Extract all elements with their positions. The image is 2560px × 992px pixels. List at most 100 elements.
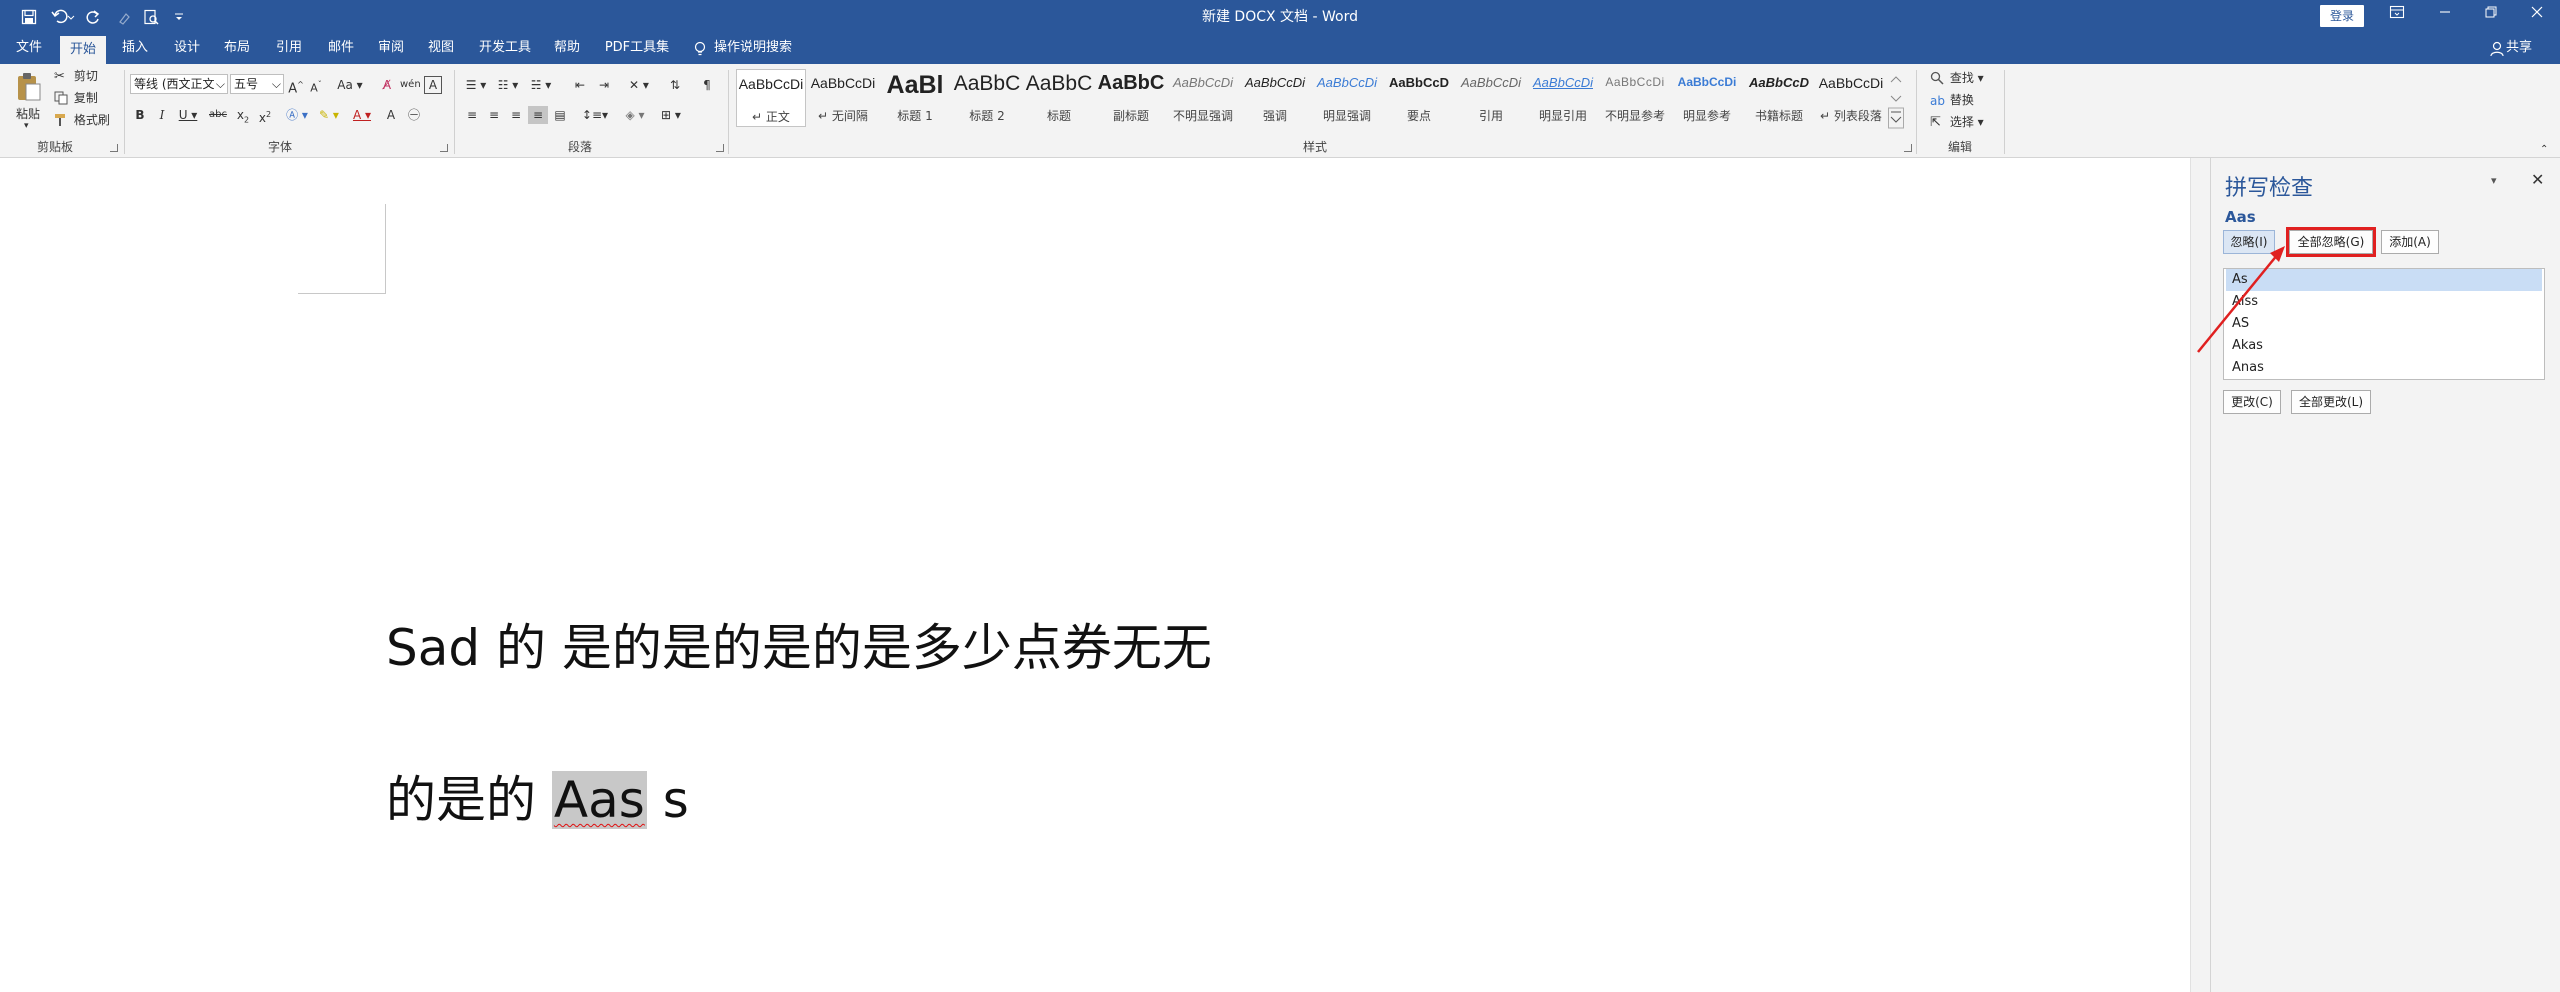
suggestion-item[interactable]: AS [2226, 313, 2542, 335]
underline-icon[interactable]: U ▾ [176, 106, 200, 124]
find-button[interactable]: 查找 ▾ [1930, 70, 1984, 87]
paste-button[interactable]: 粘贴 ▾ [10, 70, 48, 131]
style-heading-1[interactable]: AaBl 标题 1 [880, 69, 950, 127]
group-divider [124, 70, 125, 154]
suggestion-item[interactable]: As [2226, 269, 2542, 291]
font-launcher-icon[interactable] [440, 144, 448, 152]
align-right-icon[interactable]: ≡ [506, 106, 526, 124]
style-no-spacing[interactable]: AaBbCcDi ↵ 无间隔 [808, 69, 878, 127]
shading-icon[interactable]: ◈ ▾ [620, 106, 650, 124]
pane-options-icon[interactable]: ▾ [2491, 174, 2497, 187]
styles-scroll[interactable] [1888, 70, 1904, 130]
increase-indent-icon[interactable]: ⇥ [594, 76, 614, 94]
login-button[interactable]: 登录 [2320, 5, 2364, 27]
style-subtle-emphasis[interactable]: AaBbCcDi 不明显强调 [1168, 69, 1238, 127]
justify-icon[interactable]: ≡ [528, 106, 548, 124]
style-heading-2[interactable]: AaBbC 标题 2 [952, 69, 1022, 127]
minimize-icon[interactable] [2430, 5, 2460, 29]
align-left-icon[interactable]: ≡ [462, 106, 482, 124]
sort-icon[interactable]: ⇅ [664, 76, 686, 94]
change-button[interactable]: 更改(C) [2223, 390, 2281, 414]
distributed-icon[interactable]: ▤ [550, 106, 570, 124]
suggestion-item[interactable]: Anas [2226, 357, 2542, 379]
tab-mailings[interactable]: 邮件 [320, 34, 362, 64]
style-book-title[interactable]: AaBbCcD 书籍标题 [1744, 69, 1814, 127]
tab-help[interactable]: 帮助 [546, 34, 588, 64]
document-line-2[interactable]: 的是的 Aas s [386, 760, 689, 832]
collapse-ribbon-icon[interactable]: ⌃ [2540, 142, 2548, 158]
tab-view[interactable]: 视图 [420, 34, 462, 64]
tab-file[interactable]: 文件 [8, 34, 50, 64]
replace-button[interactable]: ab 替换 [1930, 92, 1974, 109]
bold-icon[interactable]: B [132, 106, 148, 124]
style-intense-quote[interactable]: AaBbCcDi 明显引用 [1528, 69, 1598, 127]
tab-layout[interactable]: 布局 [216, 34, 258, 64]
decrease-indent-icon[interactable]: ⇤ [570, 76, 590, 94]
document-line-1[interactable]: Sad 的 是的是的是的是多少点券无无 [386, 608, 1212, 680]
tab-review[interactable]: 审阅 [370, 34, 412, 64]
clipboard-launcher-icon[interactable] [110, 144, 118, 152]
style-strong[interactable]: AaBbCcD 要点 [1384, 69, 1454, 127]
subscript-icon[interactable]: x2 [234, 106, 252, 124]
style-emphasis[interactable]: AaBbCcDi 强调 [1240, 69, 1310, 127]
paragraph-launcher-icon[interactable] [716, 144, 724, 152]
share-button[interactable]: 共享 [2488, 34, 2548, 64]
tell-me-search[interactable]: 操作说明搜索 [690, 34, 798, 64]
numbering-icon[interactable]: ☷ ▾ [494, 76, 522, 94]
ribbon-display-icon[interactable] [2382, 5, 2412, 29]
close-icon[interactable] [2522, 5, 2552, 29]
strikethrough-icon[interactable]: abc [206, 106, 230, 124]
phonetic-guide-icon[interactable]: wén [400, 76, 421, 94]
style-normal[interactable]: AaBbCcDi ↵ 正文 [736, 69, 806, 127]
highlight-color-icon[interactable]: ✎ ▾ [316, 106, 342, 124]
tab-developer[interactable]: 开发工具 [472, 34, 538, 64]
ignore-all-button[interactable]: 全部忽略(G) [2286, 227, 2376, 257]
style-list-paragraph[interactable]: AaBbCcDi ↵ 列表段落 [1816, 69, 1886, 127]
multilevel-list-icon[interactable]: ☵ ▾ [526, 76, 556, 94]
styles-launcher-icon[interactable] [1904, 144, 1912, 152]
tab-home[interactable]: 开始 [60, 34, 106, 64]
ignore-button[interactable]: 忽略(I) [2223, 230, 2275, 254]
align-center-icon[interactable]: ≡ [484, 106, 504, 124]
enclose-char-icon[interactable]: ㊀ [404, 106, 424, 124]
document-scrollbar[interactable] [2190, 158, 2210, 992]
grow-font-icon[interactable]: A^ [288, 76, 304, 96]
add-button[interactable]: 添加(A) [2381, 230, 2439, 254]
pane-close-icon[interactable]: ✕ [2531, 170, 2544, 189]
style-title[interactable]: AaBbC 标题 [1024, 69, 1094, 127]
style-subtle-reference[interactable]: AaBbCcDi 不明显参考 [1600, 69, 1670, 127]
line-spacing-icon[interactable]: ↕≡▾ [580, 106, 610, 124]
style-subtitle[interactable]: AaBbC 副标题 [1096, 69, 1166, 127]
char-shading-icon[interactable]: A [382, 106, 400, 124]
style-quote[interactable]: AaBbCcDi 引用 [1456, 69, 1526, 127]
shrink-font-icon[interactable]: Aˇ [308, 76, 324, 95]
style-intense-emphasis[interactable]: AaBbCcDi 明显强调 [1312, 69, 1382, 127]
misspelled-word[interactable]: Aas [551, 771, 647, 829]
suggestion-item[interactable]: Akas [2226, 335, 2542, 357]
format-painter-button[interactable]: 格式刷 [54, 112, 110, 129]
font-color-icon[interactable]: A ▾ [348, 106, 376, 124]
char-border-icon[interactable]: A [424, 76, 442, 94]
select-button[interactable]: ⇱ 选择 ▾ [1930, 114, 1984, 131]
tab-design[interactable]: 设计 [166, 34, 208, 64]
tab-references[interactable]: 引用 [268, 34, 310, 64]
font-size-box[interactable]: 五号 ⌵ [230, 74, 284, 94]
show-marks-icon[interactable]: ¶ [698, 76, 716, 94]
change-case-icon[interactable]: Aa ▾ [336, 76, 364, 94]
copy-button[interactable]: 复制 [54, 90, 98, 107]
superscript-icon[interactable]: x2 [256, 106, 274, 125]
style-intense-reference[interactable]: AaBbCcDi 明显参考 [1672, 69, 1742, 127]
chinese-layout-icon[interactable]: ✕ ▾ [624, 76, 654, 94]
change-all-button[interactable]: 全部更改(L) [2291, 390, 2371, 414]
cut-button[interactable]: ✂ 剪切 [54, 68, 98, 85]
borders-icon[interactable]: ⊞ ▾ [656, 106, 686, 124]
tab-pdf-tools[interactable]: PDF工具集 [600, 34, 674, 64]
tab-insert[interactable]: 插入 [114, 34, 156, 64]
italic-icon[interactable]: I [154, 106, 170, 124]
clear-format-icon[interactable]: A̸ [378, 76, 396, 94]
text-effects-icon[interactable]: Ⓐ ▾ [284, 106, 310, 124]
suggestion-item[interactable]: Alss [2226, 291, 2542, 313]
restore-icon[interactable] [2476, 5, 2506, 29]
bullets-icon[interactable]: ☰ ▾ [462, 76, 490, 94]
font-name-box[interactable]: 等线 (西文正文 ⌵ [130, 74, 228, 94]
